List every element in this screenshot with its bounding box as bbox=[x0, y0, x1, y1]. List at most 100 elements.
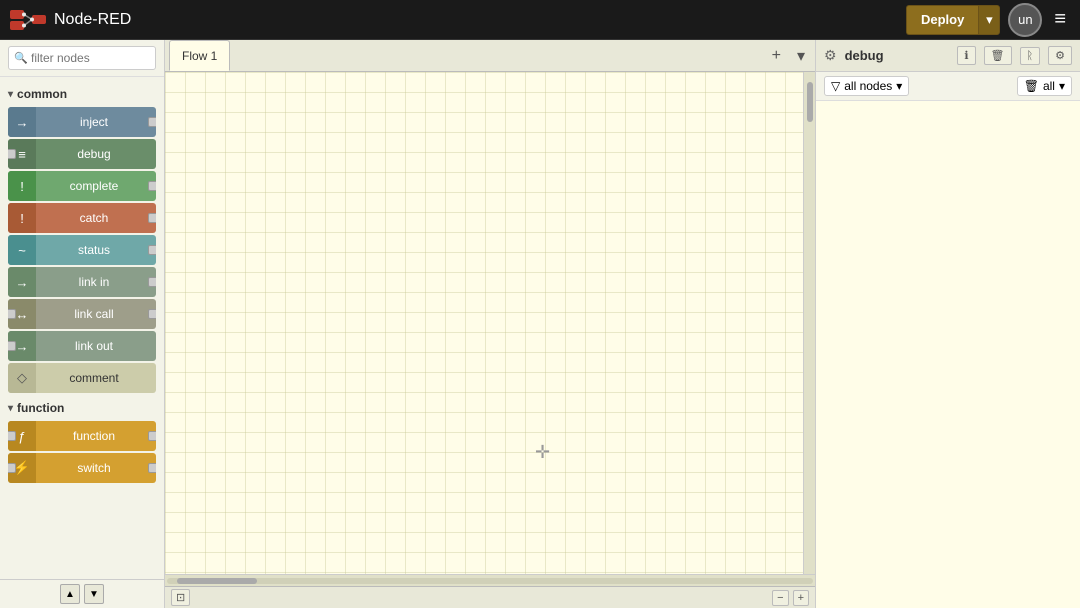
category-function-label: function bbox=[17, 401, 64, 415]
chevron-function-icon: ▾ bbox=[8, 403, 13, 414]
node-function-port-left bbox=[8, 431, 16, 441]
sidebar-left: 🔍 ▾ common → inject ≡ debug bbox=[0, 40, 165, 608]
node-linkcall-port-right bbox=[148, 309, 156, 319]
node-linkin-port-right bbox=[148, 277, 156, 287]
deploy-wrap: Deploy ▾ bbox=[906, 5, 1000, 35]
panel-title: debug bbox=[845, 48, 950, 63]
tab-flow1-label: Flow 1 bbox=[182, 49, 217, 63]
node-linkin-icon: → bbox=[8, 267, 36, 297]
deploy-dropdown-button[interactable]: ▾ bbox=[978, 5, 1000, 35]
tab-menu-button[interactable]: ▾ bbox=[791, 44, 811, 68]
node-function-port-right bbox=[148, 431, 156, 441]
filter-nodes-container: 🔍 bbox=[0, 40, 164, 77]
node-complete-icon: ! bbox=[8, 171, 36, 201]
node-catch-label: catch bbox=[36, 211, 156, 225]
search-icon: 🔍 bbox=[14, 52, 28, 65]
node-catch-icon: ! bbox=[8, 203, 36, 233]
node-status-label: status bbox=[36, 243, 156, 257]
canvas-footer-right: − + bbox=[772, 590, 809, 606]
canvas-vertical-scrollbar[interactable] bbox=[803, 72, 815, 574]
node-debug[interactable]: ≡ debug bbox=[8, 139, 156, 169]
node-function[interactable]: ƒ function bbox=[8, 421, 156, 451]
tab-flow1[interactable]: Flow 1 bbox=[169, 40, 230, 71]
filter-icon: ▽ bbox=[831, 79, 840, 93]
node-linkout-port-left bbox=[8, 341, 16, 351]
select-all-label: all bbox=[1043, 79, 1055, 93]
canvas-footer: ⊡ − + bbox=[165, 586, 815, 608]
deploy-button[interactable]: Deploy bbox=[906, 5, 978, 35]
h-scrollbar-thumb bbox=[177, 578, 257, 584]
zoom-in-button[interactable]: + bbox=[793, 590, 809, 606]
vertical-scrollbar-thumb bbox=[807, 82, 813, 122]
panel-filter2-button[interactable]: ᚱ bbox=[1020, 47, 1041, 65]
category-common[interactable]: ▾ common bbox=[0, 81, 164, 105]
filter-nodes-wrapper: 🔍 bbox=[8, 46, 156, 70]
category-function[interactable]: ▾ function bbox=[0, 395, 164, 419]
node-switch-port-right bbox=[148, 463, 156, 473]
center-area: Flow 1 + ▾ ✛ ⊡ − bbox=[165, 40, 815, 608]
node-linkin-label: link in bbox=[36, 275, 156, 289]
h-scrollbar-track bbox=[167, 578, 813, 584]
node-link-call[interactable]: ↔ link call bbox=[8, 299, 156, 329]
canvas-crosshair: ✛ bbox=[535, 442, 550, 463]
panel-info-button[interactable]: ℹ bbox=[957, 46, 975, 65]
main-layout: 🔍 ▾ common → inject ≡ debug bbox=[0, 40, 1080, 608]
filter-dropdown-icon: ▾ bbox=[896, 79, 902, 93]
select-all-dropdown[interactable]: 🗑 all ▾ bbox=[1017, 76, 1072, 96]
canvas-area[interactable]: ✛ bbox=[165, 72, 815, 574]
node-complete-port-right bbox=[148, 181, 156, 191]
node-complete-label: complete bbox=[36, 179, 156, 193]
panel-clear-button[interactable]: 🗑 bbox=[984, 46, 1012, 65]
select-dropdown-icon: ▾ bbox=[1059, 79, 1065, 93]
chevron-down-icon: ▾ bbox=[8, 89, 13, 100]
scroll-down-button[interactable]: ▼ bbox=[84, 584, 104, 604]
panel-right-toolbar: ▽ all nodes ▾ 🗑 all ▾ bbox=[816, 72, 1080, 101]
scroll-up-button[interactable]: ▲ bbox=[60, 584, 80, 604]
add-tab-button[interactable]: + bbox=[766, 44, 787, 68]
node-function-label: function bbox=[36, 429, 156, 443]
node-inject-port-right bbox=[148, 117, 156, 127]
node-inject-icon: → bbox=[8, 107, 36, 137]
node-inject[interactable]: → inject bbox=[8, 107, 156, 137]
node-catch[interactable]: ! catch bbox=[8, 203, 156, 233]
node-status-port-right bbox=[148, 245, 156, 255]
filter-nodes-input[interactable] bbox=[8, 46, 156, 70]
tabs-bar: Flow 1 + ▾ bbox=[165, 40, 815, 72]
category-common-label: common bbox=[17, 87, 67, 101]
panel-right: ⚙ debug ℹ 🗑 ᚱ ⚙ ▽ all nodes ▾ 🗑 all ▾ bbox=[815, 40, 1080, 608]
navbar-left: Node-RED bbox=[10, 8, 131, 32]
navbar: Node-RED Deploy ▾ un ≡ bbox=[0, 0, 1080, 40]
node-complete[interactable]: ! complete bbox=[8, 171, 156, 201]
panel-right-header: ⚙ debug ℹ 🗑 ᚱ ⚙ bbox=[816, 40, 1080, 72]
node-linkout-label: link out bbox=[36, 339, 156, 353]
node-link-out[interactable]: → link out bbox=[8, 331, 156, 361]
tabs-actions: + ▾ bbox=[766, 44, 811, 68]
node-debug-port-left bbox=[8, 149, 16, 159]
canvas-footer-left: ⊡ bbox=[171, 589, 190, 606]
node-status-icon: ~ bbox=[8, 235, 36, 265]
canvas-horizontal-scrollbar[interactable] bbox=[165, 574, 815, 586]
node-comment[interactable]: ◇ comment bbox=[8, 363, 156, 393]
filter-nodes-label: all nodes bbox=[844, 79, 892, 93]
node-comment-label: comment bbox=[36, 371, 156, 385]
node-switch-port-left bbox=[8, 463, 16, 473]
panel-settings-button[interactable]: ⚙ bbox=[1048, 46, 1072, 65]
node-linkcall-label: link call bbox=[36, 307, 156, 321]
hamburger-menu-button[interactable]: ≡ bbox=[1050, 4, 1070, 35]
node-comment-icon: ◇ bbox=[8, 363, 36, 393]
node-debug-label: debug bbox=[36, 147, 156, 161]
node-catch-port-right bbox=[148, 213, 156, 223]
user-avatar-button[interactable]: un bbox=[1008, 3, 1042, 37]
trash-icon: 🗑 bbox=[1024, 79, 1039, 93]
node-status[interactable]: ~ status bbox=[8, 235, 156, 265]
node-inject-label: inject bbox=[36, 115, 156, 129]
node-switch[interactable]: ⚡ switch bbox=[8, 453, 156, 483]
app-title: Node-RED bbox=[54, 11, 131, 29]
filter-nodes-dropdown[interactable]: ▽ all nodes ▾ bbox=[824, 76, 909, 96]
logo-icon bbox=[10, 8, 46, 32]
zoom-fit-button[interactable]: ⊡ bbox=[171, 589, 190, 606]
node-link-in[interactable]: → link in bbox=[8, 267, 156, 297]
node-linkcall-port-left bbox=[8, 309, 16, 319]
sidebar-scroll-buttons: ▲ ▼ bbox=[60, 584, 104, 604]
zoom-out-button[interactable]: − bbox=[772, 590, 788, 606]
